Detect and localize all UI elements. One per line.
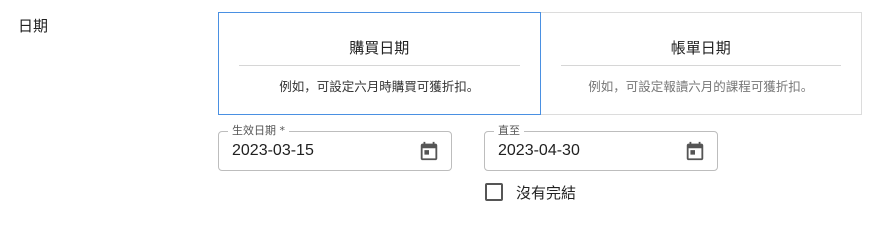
calendar-icon[interactable]	[418, 140, 440, 162]
card-divider	[560, 65, 841, 66]
purchase-date-card[interactable]: 購買日期 例如，可設定六月時購買可獲折扣。	[218, 12, 541, 115]
start-date-field: 生效日期 *	[218, 124, 452, 171]
end-date-field: 直至	[484, 124, 718, 171]
card-divider	[239, 65, 520, 66]
end-date-input[interactable]	[498, 132, 668, 170]
no-end-date-label[interactable]: 沒有完結	[516, 182, 576, 203]
start-date-input[interactable]	[232, 132, 402, 170]
date-type-selector: 購買日期 例如，可設定六月時購買可獲折扣。 帳單日期 例如，可設定報讀六月的課程…	[218, 12, 862, 115]
no-end-date-option: 沒有完結	[485, 181, 576, 203]
billing-date-title: 帳單日期	[670, 39, 731, 57]
billing-date-card[interactable]: 帳單日期 例如，可設定報讀六月的課程可獲折扣。	[540, 12, 862, 115]
no-end-date-checkbox[interactable]	[485, 183, 503, 201]
purchase-date-description: 例如，可設定六月時購買可獲折扣。	[279, 79, 480, 94]
calendar-icon[interactable]	[684, 140, 706, 162]
purchase-date-title: 購買日期	[349, 39, 410, 57]
billing-date-description: 例如，可設定報讀六月的課程可獲折扣。	[588, 79, 814, 94]
date-section-label: 日期	[18, 17, 49, 35]
